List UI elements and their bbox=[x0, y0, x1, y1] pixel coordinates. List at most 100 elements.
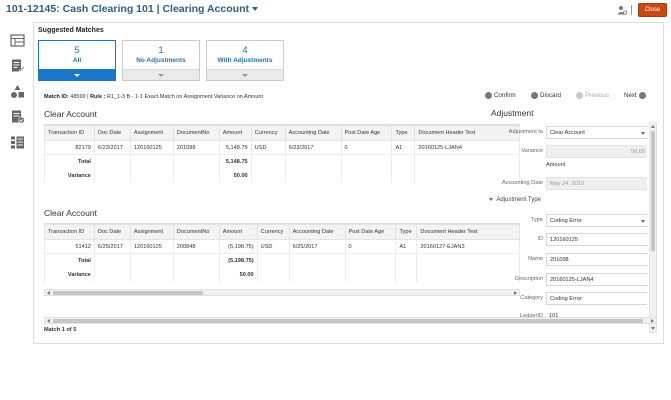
tab-with-adjustments-count: 4 bbox=[242, 45, 248, 56]
table-cell: USD bbox=[250, 140, 286, 155]
edit-document-icon[interactable] bbox=[10, 58, 25, 73]
match-pager: Match 1 of 5 bbox=[44, 327, 77, 333]
scroll-left-icon[interactable] bbox=[47, 319, 50, 323]
scrollbar-thumb[interactable] bbox=[53, 291, 203, 295]
adjustment-to-select[interactable]: Clear Account bbox=[546, 126, 647, 139]
column-header[interactable]: Amount bbox=[218, 125, 252, 141]
table-cell: A1 bbox=[391, 140, 416, 155]
table1-title: Clear Account bbox=[44, 109, 97, 119]
next-icon bbox=[638, 92, 646, 99]
table2-grid: Transaction ID Doc Date Assignment Docum… bbox=[44, 224, 520, 282]
total-value: (5,198.75) bbox=[218, 253, 258, 268]
table-cell: 6/23/2017 bbox=[284, 140, 342, 155]
adjustment-to-row: Adjustment to Clear Account bbox=[489, 126, 647, 139]
scroll-down-icon[interactable] bbox=[651, 327, 655, 330]
tab-all[interactable]: 5 All bbox=[38, 40, 116, 81]
table2-title: Clear Account bbox=[44, 208, 97, 218]
suggested-matches-panel: Suggested Matches 5 All 1 No Adjustments… bbox=[33, 22, 664, 344]
column-header[interactable]: DocumentNo bbox=[172, 224, 220, 240]
table-cell: 82179 bbox=[44, 140, 95, 155]
description-input[interactable]: 20160125-LJAN4 bbox=[546, 273, 647, 286]
adjustment-vertical-scrollbar[interactable] bbox=[649, 122, 657, 333]
title-dropdown-icon[interactable] bbox=[251, 7, 258, 12]
column-header[interactable]: Post Date Age bbox=[340, 125, 393, 141]
match-id-value: 48599 bbox=[70, 94, 86, 100]
column-header[interactable]: Type bbox=[391, 125, 416, 141]
column-header[interactable]: Amount bbox=[218, 224, 258, 240]
tab-no-adjustments-count: 1 bbox=[158, 45, 164, 56]
column-header[interactable]: Transaction ID bbox=[44, 125, 95, 141]
previous-icon bbox=[576, 92, 583, 99]
tab-no-adjustments-chevron-down-icon bbox=[123, 69, 199, 80]
suggested-matches-title: Suggested Matches bbox=[38, 27, 104, 34]
shapes-icon[interactable] bbox=[10, 84, 25, 99]
adjustment-form: Adjustment to Clear Account Variance 50.… bbox=[489, 122, 647, 328]
tab-all-chevron-down-icon bbox=[39, 69, 115, 80]
table2: Transaction ID Doc Date Assignment Docum… bbox=[44, 223, 520, 289]
column-header[interactable]: Currency bbox=[256, 224, 290, 240]
close-button[interactable]: Close bbox=[638, 3, 667, 17]
adjustment-to-label: Adjustment to bbox=[508, 129, 543, 135]
panel-horizontal-scrollbar[interactable] bbox=[44, 317, 657, 324]
column-header[interactable]: Transaction ID bbox=[44, 224, 95, 240]
accounting-date-label: Accounting Date bbox=[501, 180, 543, 186]
tab-all-label: All bbox=[72, 57, 82, 64]
header-divider bbox=[631, 5, 632, 15]
name-input[interactable]: 201098 bbox=[546, 253, 647, 266]
column-header[interactable]: Post Date Age bbox=[344, 224, 397, 240]
table2-variance-row: Variance 50.00 bbox=[44, 267, 520, 282]
column-header[interactable]: Doc Date bbox=[93, 125, 131, 141]
table2-horizontal-scrollbar[interactable] bbox=[44, 289, 520, 296]
tab-with-adjustments-label: With Adjustments bbox=[217, 57, 273, 64]
scrollbar-thumb[interactable] bbox=[53, 319, 643, 323]
discard-label: Discard bbox=[540, 92, 561, 99]
table1-header-row: Transaction ID Doc Date Assignment Docum… bbox=[44, 125, 520, 141]
confirm-button[interactable]: Confirm bbox=[485, 92, 516, 99]
column-header[interactable]: Accounting Date bbox=[288, 224, 346, 240]
variance-value: 50.00 bbox=[218, 168, 252, 183]
page-title[interactable]: 101-12145: Cash Clearing 101 | Clearing … bbox=[6, 3, 258, 15]
table-row[interactable]: 51412 6/25/2017 120160125 200848 (5,198.… bbox=[44, 239, 520, 254]
match-info: Match ID: 48599 | Rule : R1_1-3 B - 1-1 … bbox=[44, 94, 264, 100]
tab-no-adjustments-label: No Adjustments bbox=[136, 57, 186, 64]
column-header[interactable]: Assignment bbox=[129, 224, 174, 240]
scroll-right-icon[interactable] bbox=[651, 319, 654, 323]
id-input[interactable]: 120160125 bbox=[546, 233, 647, 246]
column-header[interactable]: DocumentNo bbox=[172, 125, 220, 141]
scroll-left-icon[interactable] bbox=[47, 291, 50, 295]
rule-label: Rule : bbox=[90, 94, 106, 100]
column-header[interactable]: Assignment bbox=[129, 125, 174, 141]
table-row[interactable]: 82179 6/23/2017 120160125 201098 5,148.7… bbox=[44, 140, 520, 155]
grid-view-icon[interactable] bbox=[10, 33, 25, 48]
column-header[interactable]: Doc Date bbox=[93, 224, 131, 240]
type-select[interactable]: Coding Error bbox=[546, 214, 647, 227]
tab-with-adjustments[interactable]: 4 With Adjustments bbox=[206, 40, 284, 81]
column-header[interactable]: Currency bbox=[250, 125, 286, 141]
description-label: Description bbox=[515, 276, 543, 282]
discard-button[interactable]: Discard bbox=[531, 92, 561, 99]
next-label: Next bbox=[624, 92, 637, 99]
category-row: Category Coding Error bbox=[489, 292, 647, 305]
type-row: Type Coding Error bbox=[489, 214, 647, 227]
tab-no-adjustments[interactable]: 1 No Adjustments bbox=[122, 40, 200, 81]
next-button[interactable]: Next bbox=[624, 92, 646, 99]
total-label: Total bbox=[44, 154, 95, 169]
previous-button[interactable]: Previous bbox=[576, 92, 609, 99]
scrollbar-thumb[interactable] bbox=[651, 131, 655, 251]
table-cell: 0 bbox=[344, 239, 397, 254]
variance-label: Variance bbox=[44, 267, 95, 282]
rule-value: R1_1-3 B - 1-1 Exact Match on Assignment… bbox=[106, 94, 264, 100]
amount-label: Amount bbox=[546, 162, 566, 168]
checklist-icon[interactable] bbox=[10, 109, 25, 124]
table-cell: 120160125 bbox=[129, 239, 174, 254]
adjustment-type-section[interactable]: Adjustment Type bbox=[489, 197, 541, 203]
column-header[interactable]: Type bbox=[395, 224, 418, 240]
table-cell: (5,198.75) bbox=[218, 239, 258, 254]
user-settings-icon[interactable] bbox=[617, 5, 627, 15]
variance-field-label: Variance bbox=[521, 148, 543, 154]
column-header[interactable]: Accounting Date bbox=[284, 125, 342, 141]
scroll-up-icon[interactable] bbox=[651, 125, 655, 128]
list-detail-icon[interactable] bbox=[10, 135, 25, 150]
category-input[interactable]: Coding Error bbox=[546, 292, 647, 305]
table2-header-row: Transaction ID Doc Date Assignment Docum… bbox=[44, 224, 520, 240]
